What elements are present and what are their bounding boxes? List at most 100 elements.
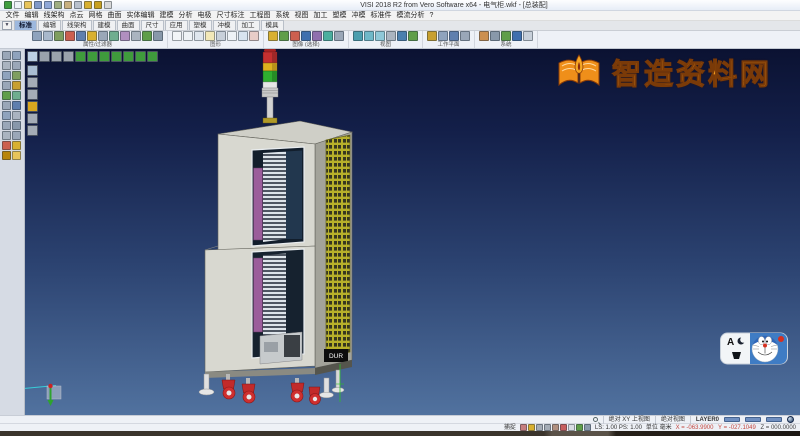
copy-drawing-icon[interactable] bbox=[238, 31, 248, 41]
calendar-toggle-icon[interactable] bbox=[568, 424, 575, 431]
left-view-icon[interactable] bbox=[123, 51, 134, 62]
select-color-icon[interactable] bbox=[301, 31, 311, 41]
grid-snap-icon[interactable] bbox=[584, 424, 591, 431]
tool-toggle-icon[interactable] bbox=[560, 424, 567, 431]
shell-tool-icon[interactable] bbox=[12, 101, 21, 110]
workplane-status[interactable]: 绝对 XY 上视图 bbox=[603, 416, 650, 424]
menu-item[interactable]: 塑模 bbox=[330, 11, 349, 21]
freeze-layer-icon[interactable] bbox=[27, 125, 38, 136]
arc-tool-icon[interactable] bbox=[12, 61, 21, 70]
fill-color-swatch[interactable] bbox=[766, 417, 782, 422]
grid-toggle-icon[interactable] bbox=[27, 65, 38, 76]
menu-item[interactable]: 尺寸标注 bbox=[214, 11, 247, 21]
open-drawing-icon[interactable] bbox=[183, 31, 193, 41]
dimension-tool-icon[interactable] bbox=[12, 121, 21, 130]
attributes-icon[interactable] bbox=[43, 31, 53, 41]
back-view-icon[interactable] bbox=[111, 51, 122, 62]
page-setup-icon[interactable] bbox=[205, 31, 215, 41]
menu-item[interactable]: 视图 bbox=[292, 11, 311, 21]
import-icon[interactable] bbox=[54, 1, 62, 9]
menu-item[interactable]: 线架构 bbox=[41, 11, 67, 21]
database-icon[interactable] bbox=[512, 31, 522, 41]
rotate-view-icon[interactable] bbox=[397, 31, 407, 41]
ribbon-tab[interactable]: 标准 bbox=[14, 20, 37, 30]
fillet-tool-icon[interactable] bbox=[2, 71, 11, 80]
signal-tower-light[interactable] bbox=[262, 49, 278, 123]
select-layer-icon[interactable] bbox=[312, 31, 322, 41]
zoom-window-icon[interactable] bbox=[364, 31, 374, 41]
properties-tool-icon[interactable] bbox=[12, 141, 21, 150]
menu-item[interactable]: 加工 bbox=[311, 11, 330, 21]
search-icon[interactable] bbox=[593, 417, 598, 422]
boolean-tool-icon[interactable] bbox=[2, 111, 11, 120]
layer-panel-icon[interactable] bbox=[27, 89, 38, 100]
menu-item[interactable]: 编辑 bbox=[22, 11, 41, 21]
sweep-tool-icon[interactable] bbox=[2, 101, 11, 110]
profile-toggle-icon[interactable] bbox=[536, 424, 543, 431]
new-document-icon[interactable] bbox=[14, 1, 22, 9]
text-attributes-icon[interactable] bbox=[27, 77, 38, 88]
transport-toggle-icon[interactable] bbox=[552, 424, 559, 431]
top-view-icon[interactable] bbox=[87, 51, 98, 62]
customize-dropdown-icon[interactable] bbox=[104, 1, 112, 9]
print-drawing-icon[interactable] bbox=[216, 31, 226, 41]
layer-filter-icon[interactable] bbox=[54, 31, 64, 41]
menu-item[interactable]: 点云 bbox=[67, 11, 86, 21]
linetype-filter-icon[interactable] bbox=[76, 31, 86, 41]
front-view-icon[interactable] bbox=[99, 51, 110, 62]
menu-item[interactable]: 网格 bbox=[86, 11, 105, 21]
right-view-icon[interactable] bbox=[135, 51, 146, 62]
system-info-icon[interactable] bbox=[523, 31, 533, 41]
extrude-tool-icon[interactable] bbox=[2, 91, 11, 100]
drawing-list-icon[interactable] bbox=[227, 31, 237, 41]
help-tool-icon[interactable] bbox=[12, 151, 21, 160]
properties-icon[interactable] bbox=[32, 31, 42, 41]
print-icon[interactable] bbox=[74, 1, 82, 9]
menu-item[interactable]: 建模 bbox=[157, 11, 176, 21]
pan-view-icon[interactable] bbox=[386, 31, 396, 41]
ribbon-tab[interactable]: 曲面 bbox=[117, 20, 140, 30]
ribbon-tab[interactable]: 尺寸 bbox=[141, 20, 164, 30]
ribbon-tab[interactable]: 编辑 bbox=[38, 20, 61, 30]
hidden-line-mode-icon[interactable] bbox=[51, 51, 62, 62]
ribbon-tab[interactable]: 线架构 bbox=[62, 20, 92, 30]
undo-icon[interactable] bbox=[84, 1, 92, 9]
menu-item[interactable]: 文件 bbox=[3, 11, 22, 21]
visi-app-icon[interactable] bbox=[4, 1, 12, 9]
measure-tool-icon[interactable] bbox=[2, 121, 11, 130]
reset-filter-icon[interactable] bbox=[131, 31, 141, 41]
toolbar-dropdown-icon[interactable]: ▼ bbox=[2, 21, 12, 30]
select-box-icon[interactable] bbox=[290, 31, 300, 41]
select-all-icon[interactable] bbox=[323, 31, 333, 41]
zoom-previous-icon[interactable] bbox=[375, 31, 385, 41]
workplane-align-icon[interactable] bbox=[449, 31, 459, 41]
selection-filter-icon[interactable] bbox=[120, 31, 130, 41]
ribbon-tab[interactable]: 塑模 bbox=[189, 20, 212, 30]
mask-filter-icon[interactable] bbox=[109, 31, 119, 41]
new-drawing-icon[interactable] bbox=[172, 31, 182, 41]
workplane-custom-icon[interactable] bbox=[438, 31, 448, 41]
layers-tool-icon[interactable] bbox=[2, 151, 11, 160]
annotation-toggle-icon[interactable] bbox=[520, 424, 527, 431]
lock-layer-icon[interactable] bbox=[27, 113, 38, 124]
filter-options-icon[interactable] bbox=[153, 31, 163, 41]
menu-item[interactable]: 冲模 bbox=[349, 11, 368, 21]
menu-item[interactable]: ? bbox=[427, 11, 436, 21]
split-tool-icon[interactable] bbox=[12, 111, 21, 120]
select-chain-icon[interactable] bbox=[279, 31, 289, 41]
color-filter-icon[interactable] bbox=[65, 31, 75, 41]
export-icon[interactable] bbox=[64, 1, 72, 9]
move-tool-icon[interactable] bbox=[2, 131, 11, 140]
active-layer-icon[interactable] bbox=[27, 101, 38, 112]
zoom-all-icon[interactable] bbox=[353, 31, 363, 41]
line-color-swatch[interactable] bbox=[745, 417, 761, 422]
save-all-icon[interactable] bbox=[44, 1, 52, 9]
graphics-viewport[interactable]: 智造资料网 bbox=[25, 49, 800, 415]
display-list-icon[interactable] bbox=[27, 51, 38, 62]
grid-settings-icon[interactable] bbox=[501, 31, 511, 41]
chamfer-tool-icon[interactable] bbox=[12, 71, 21, 80]
delete-drawing-icon[interactable] bbox=[249, 31, 259, 41]
save-icon[interactable] bbox=[34, 1, 42, 9]
ribbon-tab[interactable]: 模具 bbox=[261, 20, 284, 30]
menu-item[interactable]: 标准件 bbox=[368, 11, 394, 21]
